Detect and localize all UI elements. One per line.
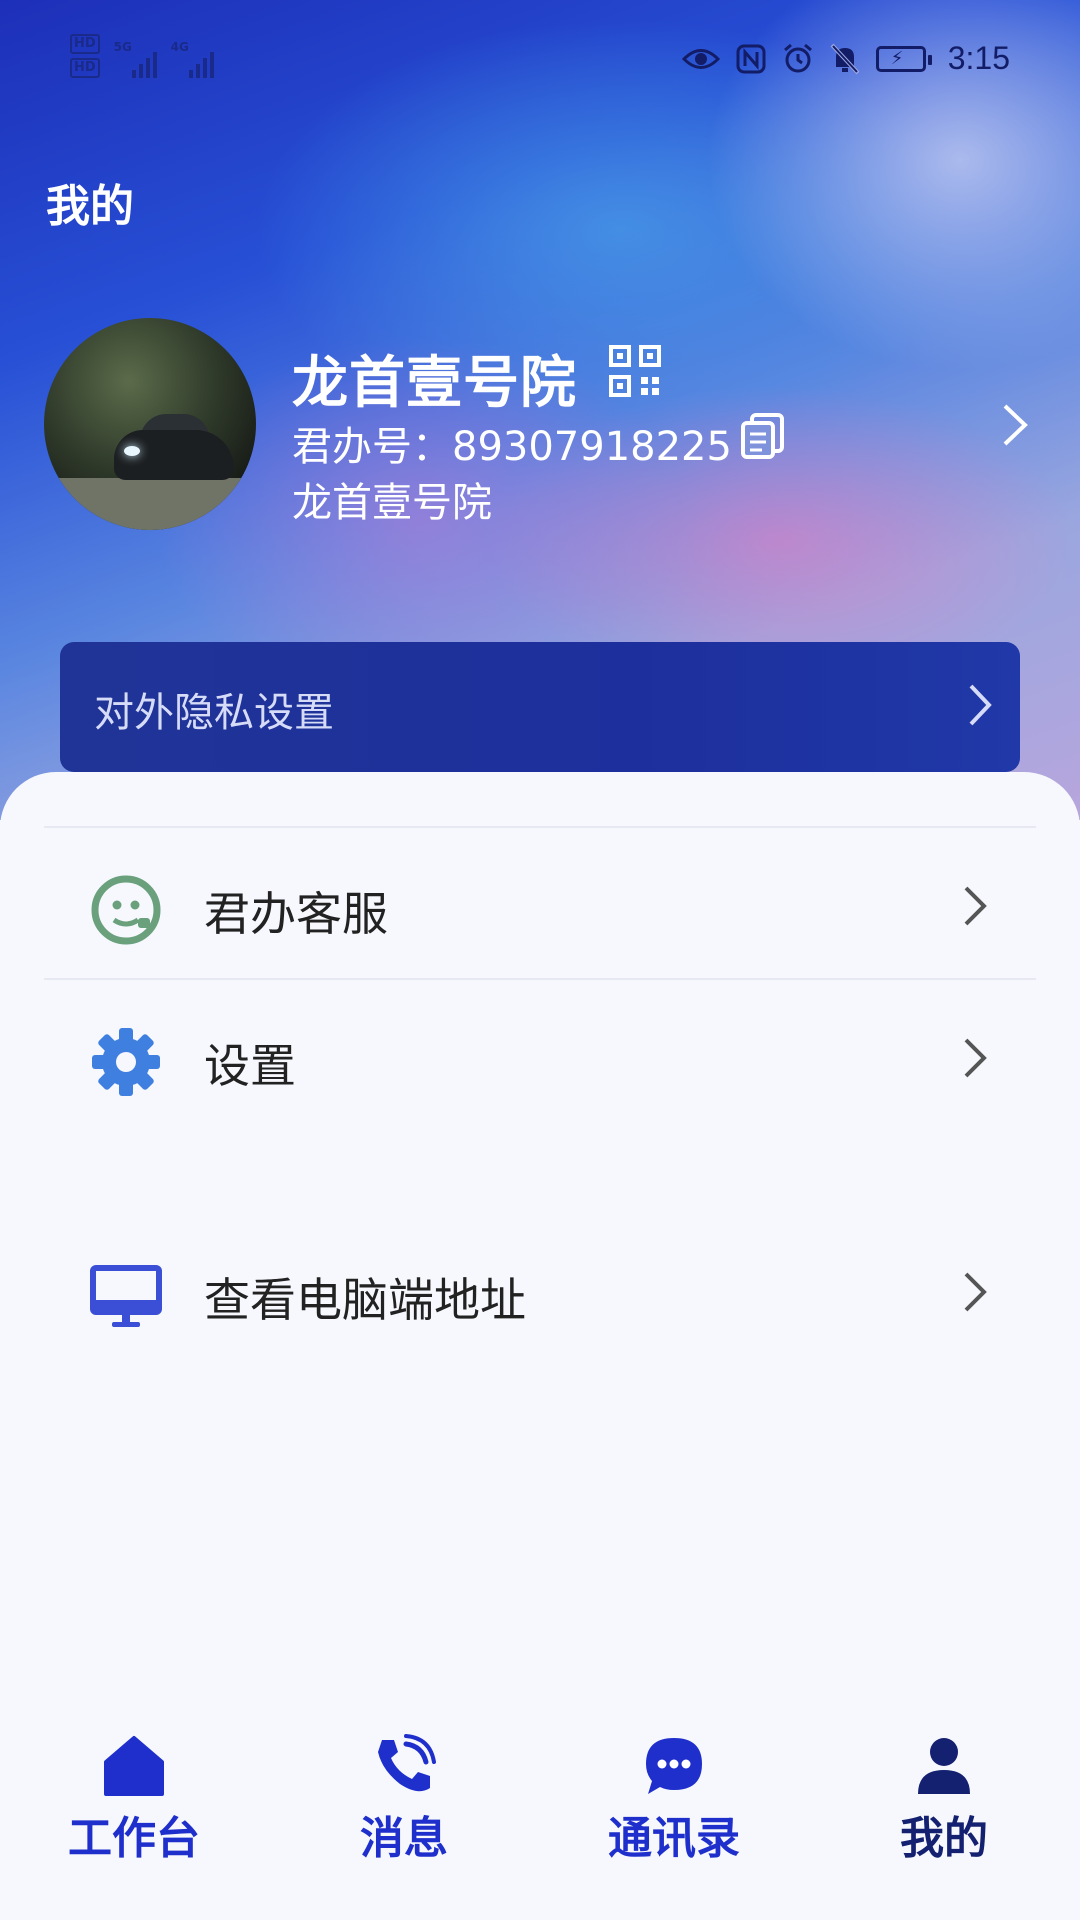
menu-item-label: 设置: [204, 1039, 296, 1093]
nav-label: 工作台: [68, 1813, 200, 1864]
status-bar-right: ⚡ 3:15: [681, 40, 1010, 77]
nav-tab-contacts[interactable]: 通讯录: [574, 1720, 774, 1864]
profile-chevron-right-icon[interactable]: [1000, 402, 1030, 452]
battery-charging-icon: ⚡: [875, 45, 932, 72]
network-type: 4G: [170, 40, 189, 54]
clock: 3:15: [947, 40, 1010, 76]
person-icon: [912, 1734, 976, 1798]
qr-code-icon[interactable]: [608, 344, 662, 402]
my-page-screen: HD HD 5G 4G ⚡ 3:15 我的 龙首壹号院 君办号：89307918…: [0, 0, 1080, 1920]
nfc-icon: [736, 44, 766, 74]
nav-tab-workbench[interactable]: 工作台: [34, 1720, 234, 1864]
monitor-icon: [90, 1260, 162, 1332]
privacy-settings-card[interactable]: 对外隐私设置: [60, 642, 1020, 772]
chevron-right-icon: [962, 1036, 988, 1084]
divider: [44, 978, 1036, 980]
signal-5g-icon: 5G: [114, 40, 157, 78]
menu-item-customer-service[interactable]: 君办客服: [0, 848, 1080, 958]
hd-badge: HD: [70, 34, 100, 54]
page-title: 我的: [46, 181, 134, 232]
status-bar: HD HD 5G 4G ⚡ 3:15: [0, 0, 1080, 120]
menu-item-pc-address[interactable]: 查看电脑端地址: [0, 1234, 1080, 1344]
privacy-settings-label: 对外隐私设置: [94, 690, 334, 736]
nav-tab-messages[interactable]: 消息: [304, 1720, 504, 1864]
status-bar-left: HD HD 5G 4G: [70, 34, 214, 78]
bottom-navigation: 工作台 消息 通讯录 我的: [0, 1720, 1080, 1920]
eye-icon: [681, 46, 720, 72]
account-id-label: 君办号：: [292, 424, 452, 470]
divider: [44, 826, 1036, 828]
profile-organization: 龙首壹号院: [292, 480, 492, 526]
menu-item-label: 查看电脑端地址: [204, 1273, 526, 1327]
nav-label: 消息: [360, 1813, 448, 1864]
signal-4g-icon: 4G: [171, 40, 214, 78]
bell-off-icon: [830, 43, 860, 75]
customer-service-icon: [90, 874, 162, 946]
avatar[interactable]: [44, 318, 256, 530]
profile-name: 龙首壹号院: [292, 351, 577, 416]
hd-badge: HD: [70, 58, 100, 78]
hd-badges: HD HD: [70, 34, 100, 78]
home-icon: [102, 1734, 166, 1798]
alarm-icon: [782, 43, 814, 75]
gear-icon: [90, 1026, 162, 1098]
copy-icon[interactable]: [740, 412, 786, 464]
chevron-right-icon: [962, 884, 988, 932]
nav-tab-mine[interactable]: 我的: [844, 1720, 1044, 1864]
account-id-value: 89307918225: [452, 424, 732, 470]
nav-label: 通讯录: [608, 1813, 740, 1864]
chevron-right-icon: [966, 682, 994, 732]
network-type: 5G: [113, 40, 132, 54]
chevron-right-icon: [962, 1270, 988, 1318]
chat-bubble-icon: [642, 1734, 706, 1798]
profile-account-id: 君办号：89307918225: [292, 414, 732, 472]
nav-label: 我的: [900, 1813, 988, 1864]
phone-call-icon: [372, 1734, 436, 1798]
menu-item-label: 君办客服: [204, 887, 388, 941]
menu-item-settings[interactable]: 设置: [0, 1000, 1080, 1110]
